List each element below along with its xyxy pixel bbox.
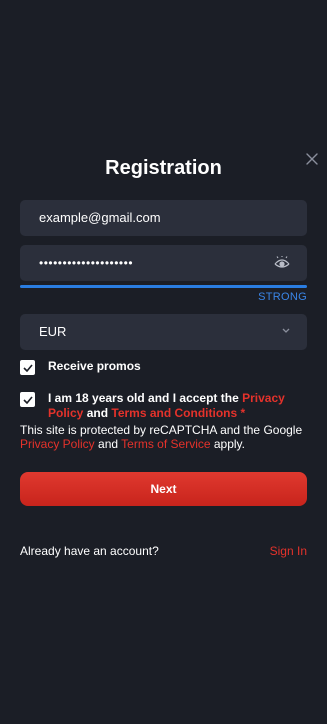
recaptcha-prefix: This site is protected by reCAPTCHA and … [20, 423, 303, 437]
required-mark: * [237, 406, 246, 420]
receive-promos-label: Receive promos [48, 359, 141, 373]
password-value: •••••••••••••••••••• [39, 256, 134, 270]
age-terms-and: and [83, 406, 112, 420]
email-value: example@gmail.com [39, 210, 161, 225]
currency-select[interactable]: EUR [20, 314, 307, 350]
recaptcha-suffix: apply. [210, 437, 245, 451]
google-terms-link[interactable]: Terms of Service [121, 437, 210, 451]
sign-in-link[interactable]: Sign In [270, 544, 307, 558]
show-password-icon[interactable] [274, 256, 290, 270]
age-terms-checkbox[interactable] [20, 392, 35, 407]
email-field[interactable]: example@gmail.com [20, 200, 307, 236]
password-strength-label: STRONG [258, 291, 307, 303]
chevron-down-icon [282, 328, 290, 333]
checkmark-icon [22, 395, 33, 404]
password-strength-bar [20, 285, 307, 288]
have-account-text: Already have an account? [20, 544, 159, 558]
terms-conditions-link[interactable]: Terms and Conditions [111, 406, 237, 420]
recaptcha-and: and [94, 437, 122, 451]
receive-promos-checkbox[interactable] [20, 360, 35, 375]
next-button[interactable]: Next [20, 472, 307, 506]
registration-screen: Registration example@gmail.com •••••••••… [0, 0, 327, 724]
age-terms-label: I am 18 years old and I accept the Priva… [48, 391, 306, 421]
currency-value: EUR [39, 324, 67, 339]
checkmark-icon [22, 363, 33, 372]
recaptcha-notice: This site is protected by reCAPTCHA and … [20, 423, 310, 451]
page-title: Registration [105, 157, 222, 179]
password-field[interactable]: •••••••••••••••••••• [20, 245, 307, 281]
age-terms-prefix: I am 18 years old and I accept the [48, 391, 243, 405]
google-privacy-link[interactable]: Privacy Policy [20, 437, 95, 451]
